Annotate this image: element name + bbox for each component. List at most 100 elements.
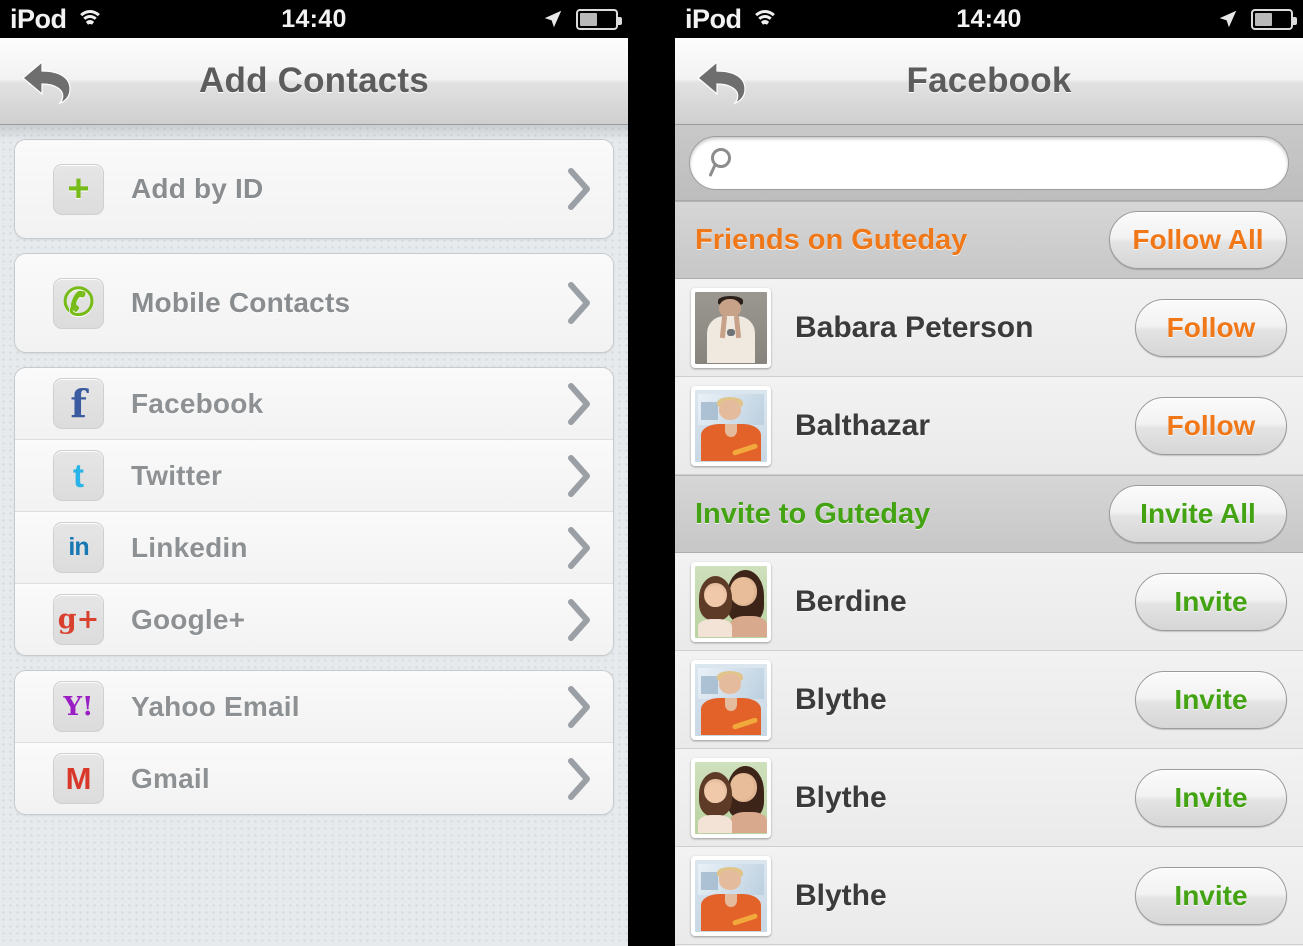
google-plus-icon: g+ xyxy=(53,594,104,645)
back-arrow-icon[interactable] xyxy=(0,38,96,124)
avatar xyxy=(691,855,771,936)
status-bar-left: iPod 14:40 xyxy=(0,0,628,38)
list-item-label: Google+ xyxy=(131,603,246,635)
follow-button[interactable]: Follow xyxy=(1135,396,1287,455)
twitter-icon-glyph: t xyxy=(73,457,84,494)
search-icon xyxy=(709,147,731,176)
avatar xyxy=(691,561,771,642)
chevron-right-icon xyxy=(568,598,590,641)
card-mobile: ✆ Mobile Contacts xyxy=(14,253,614,353)
gmail-icon-glyph: M xyxy=(65,761,92,796)
avatar xyxy=(691,287,771,368)
nav-bar-right: Facebook xyxy=(675,38,1303,125)
invite-button[interactable]: Invite xyxy=(1135,572,1287,631)
add-contacts-list: + Add by ID ✆ Mobile Contacts f Facebook t Twit… xyxy=(0,125,628,946)
plus-icon-glyph: + xyxy=(67,168,90,210)
dual-screenshot-stage: iPod 14:40 Add Contacts + Add by ID ✆ Mobil… xyxy=(0,0,1303,946)
list-item-linkedin[interactable]: in Linkedin xyxy=(15,511,613,583)
status-left-group: iPod xyxy=(10,3,104,34)
list-item-label: Yahoo Email xyxy=(131,690,300,722)
card-social: f Facebook t Twitter in Linkedin g+ Google+ xyxy=(14,367,614,656)
follow-button[interactable]: Follow xyxy=(1135,298,1287,357)
card-add-by-id: + Add by ID xyxy=(14,139,614,239)
status-bar-right: iPod 14:40 xyxy=(675,0,1303,38)
list-item-label: Facebook xyxy=(131,387,264,419)
chevron-right-icon xyxy=(568,757,590,800)
invite-button[interactable]: Invite xyxy=(1135,768,1287,827)
yahoo-icon: Y! xyxy=(53,681,104,732)
avatar xyxy=(691,385,771,466)
list-item-google[interactable]: g+ Google+ xyxy=(15,583,613,655)
location-arrow-icon xyxy=(544,10,562,28)
carrier-label: iPod xyxy=(685,3,742,34)
list-item-facebook[interactable]: f Facebook xyxy=(15,368,613,439)
yahoo-icon-glyph: Y! xyxy=(63,691,94,722)
list-item-twitter[interactable]: t Twitter xyxy=(15,439,613,511)
contact-row[interactable]: Balthazar Follow xyxy=(675,377,1303,475)
chevron-right-icon xyxy=(568,282,590,324)
twitter-icon: t xyxy=(53,450,104,501)
list-item-label: Twitter xyxy=(131,459,223,491)
list-item-label: Mobile Contacts xyxy=(131,287,351,318)
search-input[interactable] xyxy=(752,135,1270,190)
battery-icon xyxy=(1251,8,1297,30)
phone-handset-icon: ✆ xyxy=(53,277,104,329)
section-header-friends-on-guteday: Friends on Guteday Follow All xyxy=(675,201,1303,279)
contact-row[interactable]: Babara Peterson Follow xyxy=(675,279,1303,377)
section-title: Friends on Guteday xyxy=(695,223,968,256)
contact-name: Blythe xyxy=(795,878,887,912)
status-right-group xyxy=(542,8,622,30)
section-title: Invite to Guteday xyxy=(695,497,931,530)
list-item-yahoo-email[interactable]: Y! Yahoo Email xyxy=(15,671,613,742)
contact-row[interactable]: Blythe Invite xyxy=(675,749,1303,847)
contact-row[interactable]: Blythe Invite xyxy=(675,847,1303,945)
list-item-label: Linkedin xyxy=(131,531,248,563)
left-phone-screen: iPod 14:40 Add Contacts + Add by ID ✆ Mobil… xyxy=(0,0,628,946)
right-phone-screen: iPod 14:40 Facebook Friends on Guteday F… xyxy=(675,0,1303,946)
invite-all-button[interactable]: Invite All xyxy=(1109,485,1287,543)
contact-row[interactable]: Blythe Invite xyxy=(675,651,1303,749)
chevron-right-icon xyxy=(568,454,590,497)
invite-button[interactable]: Invite xyxy=(1135,866,1287,925)
search-box[interactable] xyxy=(689,135,1289,190)
card-email: Y! Yahoo Email M Gmail xyxy=(14,670,614,815)
list-item-gmail[interactable]: M Gmail xyxy=(15,742,613,814)
linkedin-icon: in xyxy=(53,522,104,573)
contact-name: Babara Peterson xyxy=(795,310,1034,344)
chevron-right-icon xyxy=(568,168,590,210)
contact-row[interactable]: Berdine Invite xyxy=(675,553,1303,651)
follow-all-button[interactable]: Follow All xyxy=(1109,211,1287,269)
search-bar xyxy=(675,125,1303,201)
phone-handset-icon-glyph: ✆ xyxy=(62,282,95,324)
carrier-label: iPod xyxy=(10,3,67,34)
gmail-icon: M xyxy=(53,753,104,804)
chevron-right-icon xyxy=(568,526,590,569)
invite-button[interactable]: Invite xyxy=(1135,670,1287,729)
contact-name: Blythe xyxy=(795,780,887,814)
wifi-icon xyxy=(75,9,104,30)
contacts-sections: Friends on Guteday Follow All Babara Peter… xyxy=(675,201,1303,945)
wifi-icon xyxy=(750,9,779,30)
google-plus-icon-glyph: g+ xyxy=(57,604,100,635)
section-header-invite-to-guteday: Invite to Guteday Invite All xyxy=(675,475,1303,553)
battery-icon xyxy=(576,8,622,30)
contact-name: Balthazar xyxy=(795,408,931,442)
avatar xyxy=(691,659,771,740)
list-item-add-by-id[interactable]: + Add by ID xyxy=(15,140,613,238)
chevron-right-icon xyxy=(568,685,590,728)
contact-name: Blythe xyxy=(795,682,887,716)
status-right-group-right xyxy=(1217,8,1297,30)
nav-bar-left: Add Contacts xyxy=(0,38,628,125)
back-arrow-icon[interactable] xyxy=(675,38,771,124)
location-arrow-icon xyxy=(1219,10,1237,28)
list-item-label: Add by ID xyxy=(131,173,264,204)
status-left-group-right: iPod xyxy=(685,3,779,34)
list-item-label: Gmail xyxy=(131,762,210,794)
avatar xyxy=(691,757,771,838)
facebook-icon: f xyxy=(53,378,104,429)
list-item-mobile-contacts[interactable]: ✆ Mobile Contacts xyxy=(15,254,613,352)
contact-name: Berdine xyxy=(795,584,907,618)
plus-icon: + xyxy=(53,163,104,215)
facebook-icon-glyph: f xyxy=(70,380,87,426)
chevron-right-icon xyxy=(568,382,590,425)
